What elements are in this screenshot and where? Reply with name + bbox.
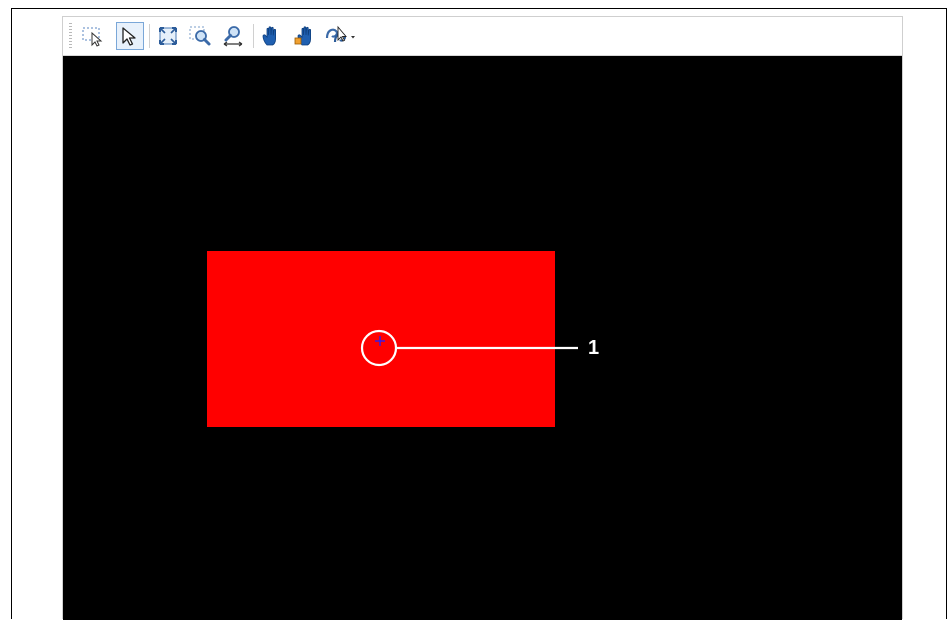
toolbar-grip[interactable]	[69, 23, 72, 49]
pan-hand-icon	[262, 26, 276, 46]
toolbar-separator	[149, 24, 150, 48]
transform-dropdown-button[interactable]	[323, 22, 359, 50]
image-viewer	[62, 16, 903, 620]
viewer-toolbar	[63, 17, 902, 56]
select-pointer-icon	[122, 27, 136, 46]
zoom-area-button[interactable]	[186, 22, 214, 50]
transform-dropdown-icon	[325, 25, 355, 43]
pan-image-hand-icon	[294, 26, 311, 46]
toolbar-separator	[253, 24, 254, 48]
region-select-button[interactable]	[79, 22, 107, 50]
pan-hand-button[interactable]	[258, 22, 286, 50]
zoom-area-icon	[189, 26, 211, 46]
fit-to-window-icon	[159, 27, 177, 45]
zoom-width-button[interactable]	[219, 22, 247, 50]
pan-image-button[interactable]	[291, 22, 319, 50]
region-select-icon	[82, 27, 103, 47]
callout-label: 1	[588, 337, 600, 359]
image-canvas[interactable]	[63, 56, 902, 620]
select-pointer-button[interactable]	[116, 22, 144, 50]
zoom-width-icon	[223, 26, 243, 47]
fit-to-window-button[interactable]	[154, 22, 182, 50]
